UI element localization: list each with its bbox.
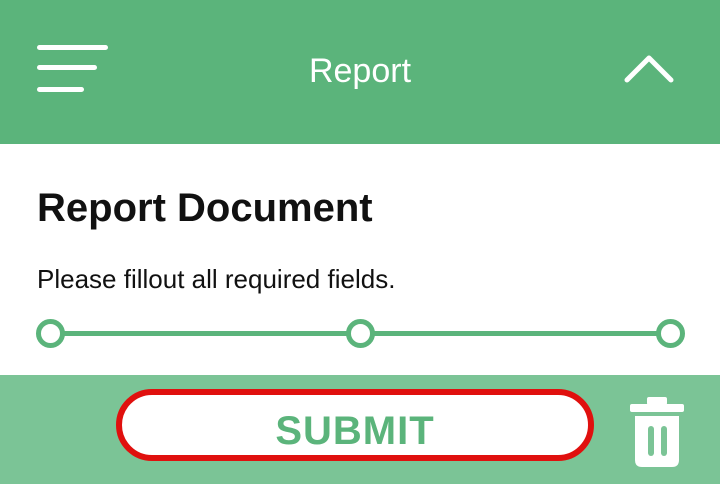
document-heading: Report Document [37,186,373,230]
collapse-button[interactable] [620,46,678,90]
form-instructions: Please fillout all required fields. [37,264,396,294]
step-dot-1[interactable] [36,319,65,348]
stepper-line [360,331,670,336]
menu-button[interactable] [30,38,114,100]
progress-stepper [0,314,720,352]
submit-button[interactable]: SUBMIT [116,389,594,461]
report-form: Report Document Please fillout all requi… [0,144,720,375]
step-dot-2[interactable] [346,319,375,348]
trash-icon [630,397,684,467]
chevron-up-icon [624,55,674,83]
step-dot-3[interactable] [656,319,685,348]
delete-button[interactable] [626,397,688,469]
stepper-line [50,331,360,336]
app-header: Report [0,0,720,144]
action-bar: SUBMIT [0,375,720,484]
